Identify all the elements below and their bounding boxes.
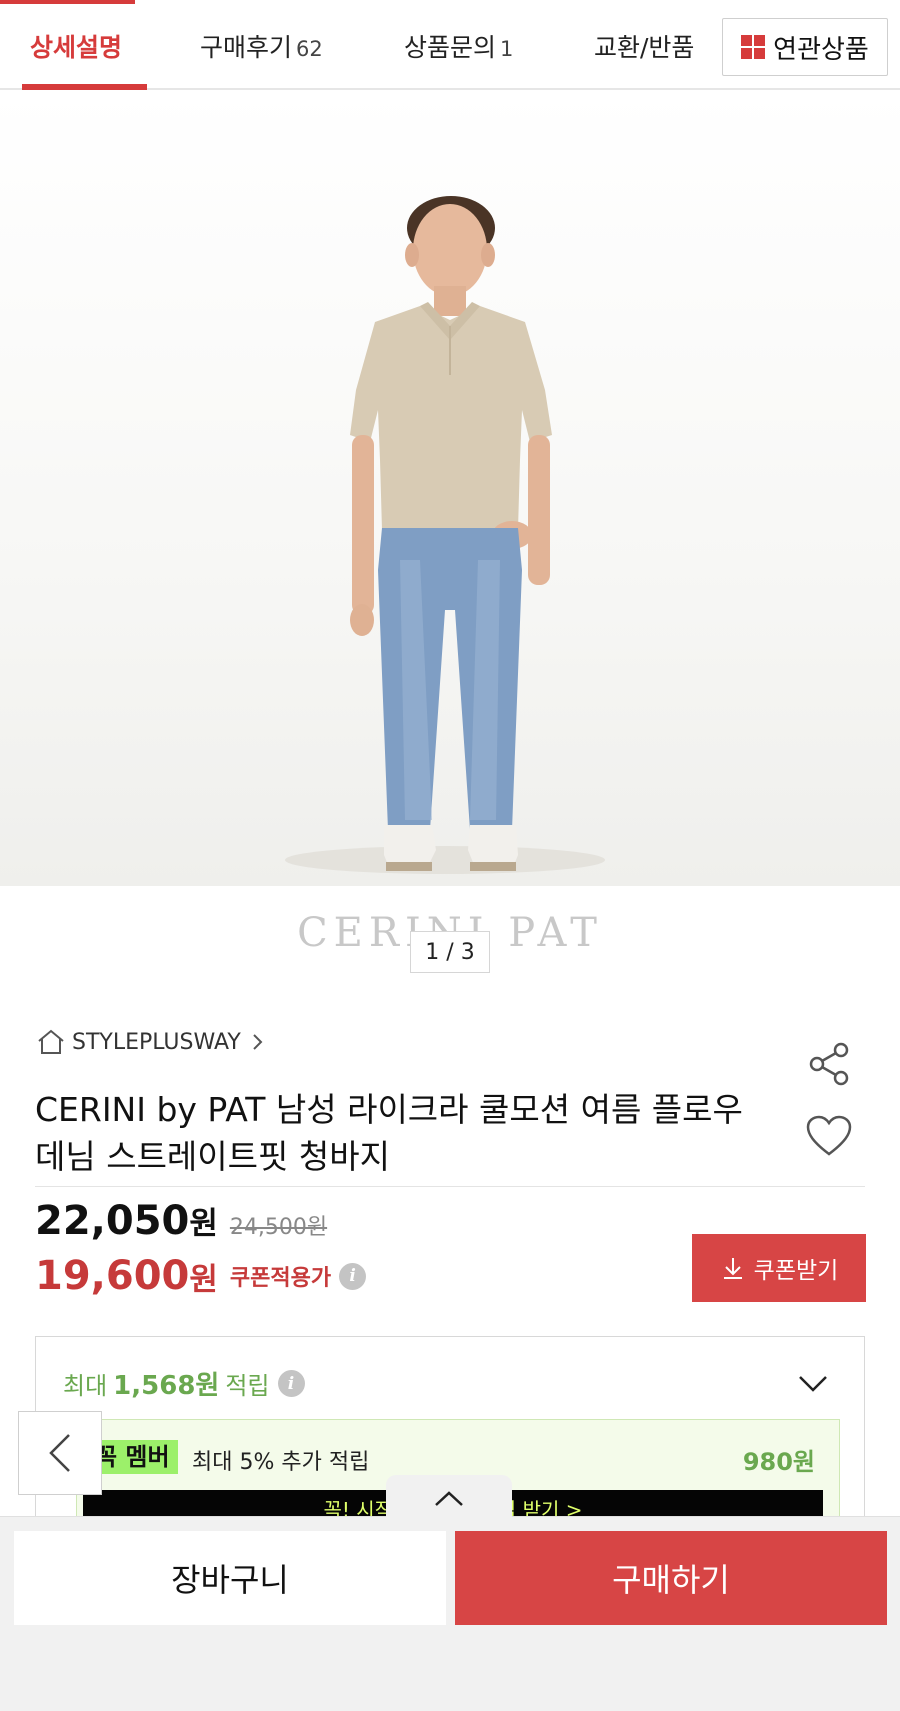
buy-now-button[interactable]: 구매하기 — [455, 1531, 887, 1625]
product-image[interactable] — [0, 90, 900, 886]
info-icon[interactable]: i — [339, 1262, 367, 1290]
add-to-cart-button[interactable]: 장바구니 — [14, 1531, 446, 1625]
heart-icon[interactable] — [805, 1114, 853, 1158]
chevron-left-icon — [49, 1434, 70, 1472]
chevron-down-icon[interactable] — [796, 1373, 830, 1395]
tab-label: 교환/반품 — [594, 33, 695, 62]
tab-exchange-return[interactable]: 교환/반품 — [594, 0, 694, 90]
share-icon[interactable] — [805, 1040, 853, 1088]
price-unit: 원 — [189, 1206, 218, 1242]
tab-label: 상품문의 — [404, 33, 497, 62]
points-prefix: 최대 — [63, 1372, 108, 1400]
tab-bar: 상세설명 구매후기 62 상품문의 1 교환/반품 연관상품 — [0, 0, 900, 90]
cart-label: 장바구니 — [171, 1561, 289, 1599]
tab-label: 상세설명 — [30, 33, 123, 62]
sale-price: 22,050 — [35, 1198, 190, 1244]
original-price: 24,500원 — [229, 1215, 328, 1240]
info-icon[interactable]: i — [277, 1370, 305, 1397]
buy-label: 구매하기 — [612, 1561, 730, 1599]
bottom-action-bar: 장바구니 구매하기 — [0, 1516, 900, 1711]
coupon-button-label: 쿠폰받기 — [753, 1258, 839, 1284]
member-text: 최대 5% 추가 적립 — [192, 1450, 370, 1475]
tab-details[interactable]: 상세설명 — [30, 0, 122, 90]
tab-reviews[interactable]: 구매후기 62 — [200, 0, 323, 90]
grid-icon — [741, 35, 766, 59]
back-button[interactable] — [18, 1411, 102, 1495]
tab-questions[interactable]: 상품문의 1 — [404, 0, 513, 90]
coupon-download-button[interactable]: 쿠폰받기 — [692, 1234, 866, 1302]
sale-price-row: 22,050 원 24,500원 — [35, 1198, 327, 1244]
member-amount: 980원 — [742, 1448, 815, 1476]
related-products-label: 연관상품 — [773, 34, 869, 65]
product-title: CERINI by PAT 남성 라이크라 쿨모션 여름 플로우 데님 스트레이… — [35, 1090, 743, 1176]
tab-count: 62 — [296, 37, 323, 61]
tab-count: 1 — [500, 37, 514, 61]
points-amount: 1,568원 — [113, 1371, 220, 1401]
chevron-up-icon — [435, 1491, 463, 1506]
download-icon — [723, 1258, 742, 1279]
chevron-right-icon — [253, 1034, 263, 1050]
seller-link[interactable]: STYLEPLUSWAY — [36, 1028, 273, 1056]
coupon-price-row: 19,600 원 쿠폰적용가 i — [35, 1253, 367, 1299]
divider — [35, 1186, 865, 1187]
image-pager: 1 / 3 — [410, 931, 490, 973]
tab-label: 구매후기 — [200, 33, 293, 62]
coupon-price-label: 쿠폰적용가 — [229, 1266, 332, 1291]
seller-name: STYLEPLUSWAY — [72, 1029, 241, 1055]
points-suffix: 적립 — [225, 1372, 270, 1400]
expand-panel-handle[interactable] — [386, 1475, 512, 1523]
points-summary[interactable]: 최대 1,568원 적립 i — [63, 1365, 305, 1402]
model-photo — [285, 196, 605, 874]
home-icon — [38, 1029, 64, 1054]
coupon-price-unit: 원 — [189, 1261, 218, 1298]
related-products-button[interactable]: 연관상품 — [722, 18, 888, 76]
coupon-price: 19,600 — [35, 1253, 190, 1299]
